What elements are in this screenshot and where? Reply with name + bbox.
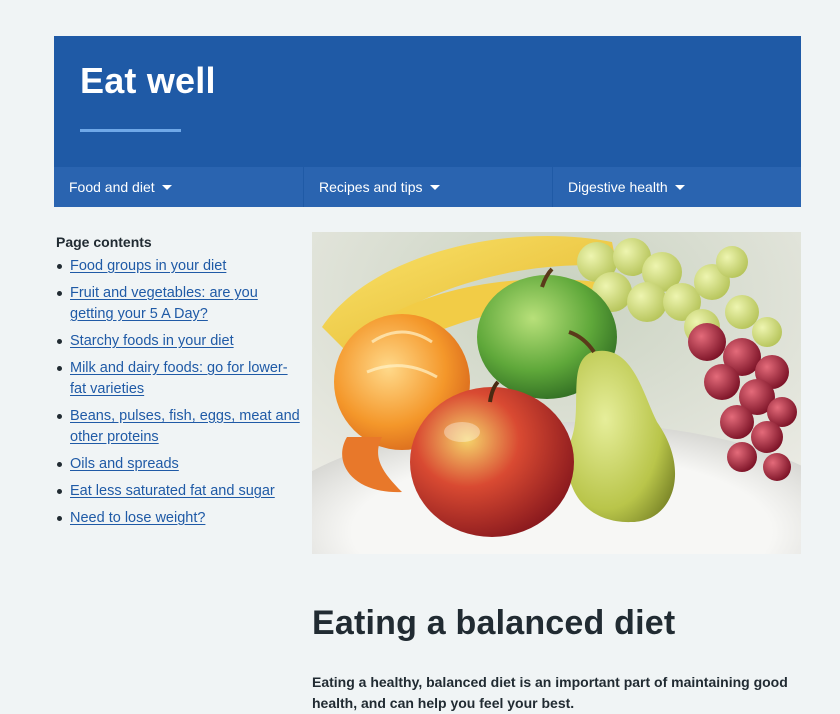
bullet: [57, 462, 62, 467]
list-item: Fruit and vegetables: are you getting yo…: [56, 283, 301, 325]
caret-down-icon: [674, 185, 685, 190]
bullet: [57, 516, 62, 521]
contents-link-starchy-foods[interactable]: Starchy foods in your diet: [70, 333, 234, 349]
bullet: [57, 264, 62, 269]
list-item: Beans, pulses, fish, eggs, meat and othe…: [56, 406, 301, 448]
main-heading: Eating a balanced diet: [312, 604, 676, 642]
nav-item-label: Recipes and tips: [319, 179, 423, 195]
contents-link-fruit-and-vegetables[interactable]: Fruit and vegetables: are you getting yo…: [70, 285, 258, 322]
page-contents: Page contents Food groups in your diet F…: [56, 234, 301, 535]
contents-link-fat-and-sugar[interactable]: Eat less saturated fat and sugar: [70, 483, 275, 499]
intro-paragraph: Eating a healthy, balanced diet is an im…: [312, 674, 788, 711]
contents-link-food-groups[interactable]: Food groups in your diet: [70, 258, 226, 274]
contents-link-oils-and-spreads[interactable]: Oils and spreads: [70, 456, 179, 472]
page-contents-list: Food groups in your diet Fruit and veget…: [56, 256, 301, 529]
list-item: Starchy foods in your diet: [56, 331, 301, 352]
nav-item-label: Digestive health: [568, 179, 668, 195]
nav-item-recipes-and-tips[interactable]: Recipes and tips: [303, 167, 552, 207]
fruit-bowl-image: [312, 232, 801, 554]
contents-link-proteins[interactable]: Beans, pulses, fish, eggs, meat and othe…: [70, 408, 300, 445]
list-item: Food groups in your diet: [56, 256, 301, 277]
caret-down-icon: [161, 185, 172, 190]
title-underline: [80, 129, 181, 132]
bullet: [57, 291, 62, 296]
contents-link-milk-and-dairy[interactable]: Milk and dairy foods: go for lower-fat v…: [70, 360, 288, 397]
nav-item-digestive-health[interactable]: Digestive health: [552, 167, 801, 207]
site-banner: Eat well Food and diet Recipes and tips …: [54, 36, 801, 207]
page-contents-heading: Page contents: [56, 234, 152, 250]
nav-item-food-and-diet[interactable]: Food and diet: [54, 167, 303, 207]
page-title: Eat well: [80, 60, 216, 101]
page: Eat well Food and diet Recipes and tips …: [0, 0, 840, 714]
nav-item-label: Food and diet: [69, 179, 155, 195]
bullet: [57, 414, 62, 419]
list-item: Oils and spreads: [56, 454, 301, 475]
list-item: Eat less saturated fat and sugar: [56, 481, 301, 502]
list-item: Milk and dairy foods: go for lower-fat v…: [56, 358, 301, 400]
bullet: [57, 489, 62, 494]
bullet: [57, 339, 62, 344]
main-navigation: Food and diet Recipes and tips Digestive…: [54, 167, 801, 207]
bullet: [57, 366, 62, 371]
contents-link-lose-weight[interactable]: Need to lose weight?: [70, 510, 205, 526]
caret-down-icon: [429, 185, 440, 190]
list-item: Need to lose weight?: [56, 508, 301, 529]
